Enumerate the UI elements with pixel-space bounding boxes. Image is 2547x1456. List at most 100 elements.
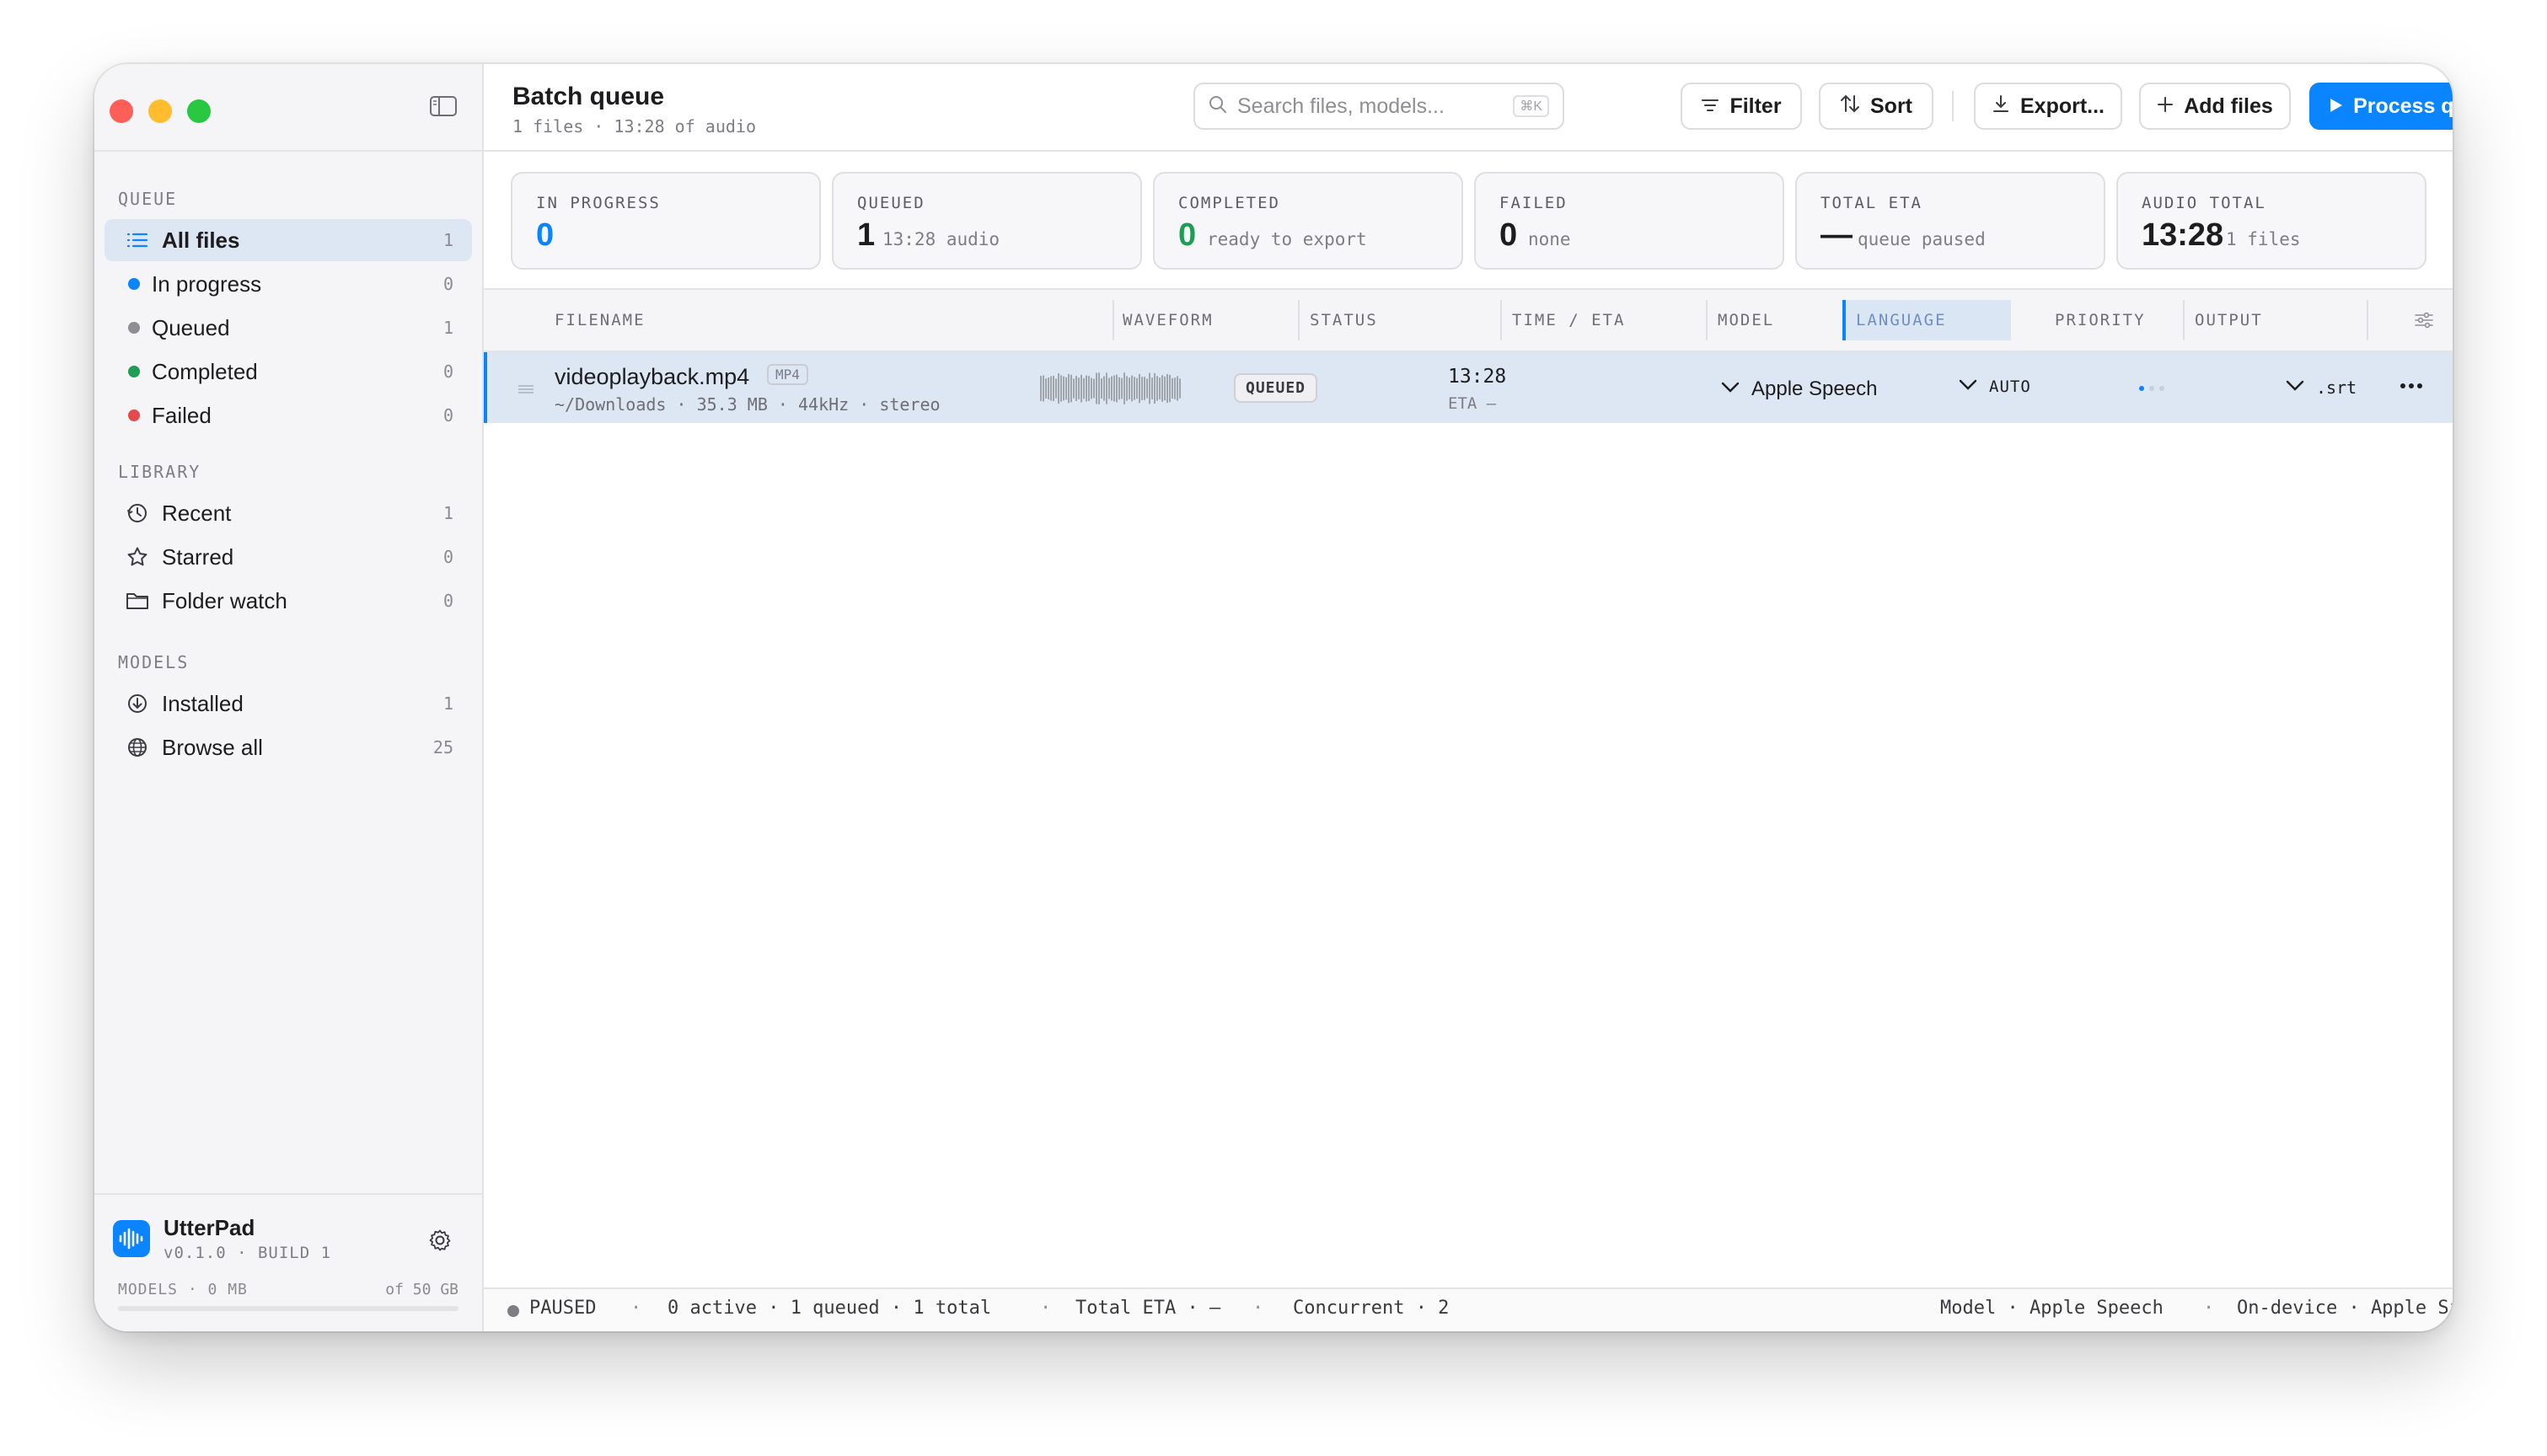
model-dropdown[interactable]: Apple Speech	[1721, 377, 1877, 401]
search-shortcut-badge: ⌘K	[1513, 95, 1549, 117]
waveform-bar	[1116, 374, 1118, 403]
stat-card-in-progress: IN PROGRESS 0	[511, 172, 821, 270]
waveform-bar	[1078, 377, 1080, 399]
waveform-bar	[1134, 377, 1135, 400]
output-dropdown[interactable]: .srt	[2286, 377, 2357, 398]
priority-dot[interactable]	[2139, 386, 2144, 391]
waveform-bar	[1106, 372, 1107, 404]
waveform-bar	[1075, 376, 1077, 401]
sidebar-item-failed[interactable]: Failed 0	[105, 394, 472, 436]
sidebar-item-count: 0	[442, 274, 453, 294]
waveform-bar	[1111, 376, 1113, 401]
sidebar-item-installed[interactable]: Installed 1	[105, 682, 472, 725]
stat-label: TOTAL ETA	[1820, 194, 1922, 212]
file-type-badge: MP4	[767, 364, 808, 385]
process-queue-button[interactable]: Process queue	[2309, 83, 2453, 130]
stat-value: 0	[536, 217, 555, 253]
stat-card-total-eta: TOTAL ETA — queue paused	[1795, 172, 2105, 270]
filter-button[interactable]: Filter	[1681, 83, 1802, 130]
column-settings-icon[interactable]	[2414, 312, 2434, 333]
column-header-time-eta[interactable]: TIME / ETA	[1512, 311, 1625, 329]
sidebar-item-folder-watch[interactable]: Folder watch 0	[105, 580, 472, 622]
stat-note: none	[1528, 229, 1571, 249]
more-options-icon[interactable]	[2399, 379, 2424, 388]
status-separator: ·	[630, 1298, 642, 1319]
export-button[interactable]: Export...	[1974, 83, 2122, 130]
status-badge: QUEUED	[1234, 373, 1318, 403]
waveform-bar	[1126, 376, 1128, 401]
sidebar-item-count: 1	[442, 230, 453, 250]
status-dot	[128, 278, 140, 290]
process-queue-label: Process queue	[2353, 94, 2453, 118]
language-dropdown[interactable]: AUTO	[1959, 377, 2031, 396]
search-box[interactable]: ⌘K	[1193, 83, 1564, 130]
waveform-bar	[1118, 377, 1120, 400]
queue-state: PAUSED	[529, 1298, 597, 1319]
priority-dot[interactable]	[2149, 386, 2154, 391]
total-eta: Total ETA · —	[1075, 1298, 1221, 1319]
concurrency: Concurrent · 2	[1293, 1298, 1450, 1319]
add-files-button[interactable]: Add files	[2139, 83, 2291, 130]
close-window-button[interactable]	[110, 99, 133, 123]
app-window: QUEUE All files 1 In progress 0 Queued 1…	[94, 64, 2453, 1331]
sidebar-item-browse-all[interactable]: Browse all 25	[105, 726, 472, 768]
storage-capacity: of 50 GB	[385, 1281, 458, 1298]
language-value: AUTO	[1989, 377, 2031, 396]
sidebar-item-label: Browse all	[162, 734, 263, 760]
waveform-bar	[1058, 372, 1059, 404]
table-row[interactable]: videoplayback.mp4 MP4 ~/Downloads · 35.3…	[484, 352, 2453, 423]
waveform-bar	[1045, 378, 1047, 399]
status-separator: ·	[1252, 1298, 1264, 1319]
stat-card-failed: FAILED 0 none	[1474, 172, 1784, 270]
file-meta: ~/Downloads · 35.3 MB · 44kHz · stereo	[555, 394, 941, 415]
sidebar-item-all-files[interactable]: All files 1	[105, 219, 472, 261]
column-header-priority[interactable]: PRIORITY	[2055, 311, 2146, 329]
column-header-output[interactable]: OUTPUT	[2195, 311, 2263, 329]
gear-icon[interactable]	[426, 1227, 453, 1254]
filter-label: Filter	[1729, 94, 1782, 118]
app-version: v0.1.0 · BUILD 1	[164, 1244, 332, 1262]
play-icon	[2330, 94, 2343, 119]
sidebar-item-queued[interactable]: Queued 1	[105, 307, 472, 349]
sidebar-item-label: Completed	[152, 358, 258, 384]
section-label-library: LIBRARY	[118, 462, 201, 482]
sidebar-item-in-progress[interactable]: In progress 0	[105, 263, 472, 305]
header-divider	[484, 150, 2453, 152]
sort-button[interactable]: Sort	[1819, 83, 1933, 130]
waveform-bar	[1053, 375, 1054, 402]
sidebar-item-count: 1	[442, 318, 453, 338]
plus-icon	[2157, 94, 2174, 119]
column-header-status[interactable]: STATUS	[1310, 311, 1378, 329]
sidebar-item-completed[interactable]: Completed 0	[105, 351, 472, 393]
waveform-bar	[1177, 376, 1178, 401]
stat-card-completed: COMPLETED 0 ready to export	[1153, 172, 1463, 270]
minimize-window-button[interactable]	[148, 99, 172, 123]
priority-dot[interactable]	[2159, 386, 2164, 391]
waveform-bar	[1164, 376, 1166, 401]
drag-handle-icon[interactable]	[517, 383, 534, 398]
section-label-queue: QUEUE	[118, 189, 178, 209]
toolbar-separator	[1952, 91, 1954, 121]
waveform-bar	[1141, 377, 1143, 400]
add-files-label: Add files	[2184, 94, 2273, 118]
waveform-bar	[1065, 377, 1067, 400]
status-dot	[128, 410, 140, 421]
stat-value: 0	[1178, 217, 1197, 253]
column-separator	[1500, 300, 1502, 340]
sidebar-item-starred[interactable]: Starred 0	[105, 536, 472, 578]
waveform-bar	[1073, 378, 1075, 399]
sidebar-toggle-icon[interactable]	[430, 96, 457, 116]
stat-note: 13:28 audio	[882, 229, 1000, 249]
filter-icon	[1701, 94, 1719, 119]
zoom-window-button[interactable]	[187, 99, 211, 123]
star-icon	[125, 544, 150, 570]
column-header-model[interactable]: MODEL	[1718, 311, 1774, 329]
column-header-filename[interactable]: FILENAME	[555, 311, 646, 329]
priority-selector[interactable]	[2139, 386, 2164, 391]
column-header-waveform[interactable]: WAVEFORM	[1123, 311, 1214, 329]
main-content: Batch queue 1 files · 13:28 of audio ⌘K …	[484, 64, 2453, 1331]
search-input[interactable]	[1237, 94, 1514, 119]
paused-indicator-dot	[507, 1305, 519, 1317]
sidebar-item-recent[interactable]: Recent 1	[105, 492, 472, 534]
column-header-language[interactable]: LANGUAGE	[1856, 311, 1947, 329]
